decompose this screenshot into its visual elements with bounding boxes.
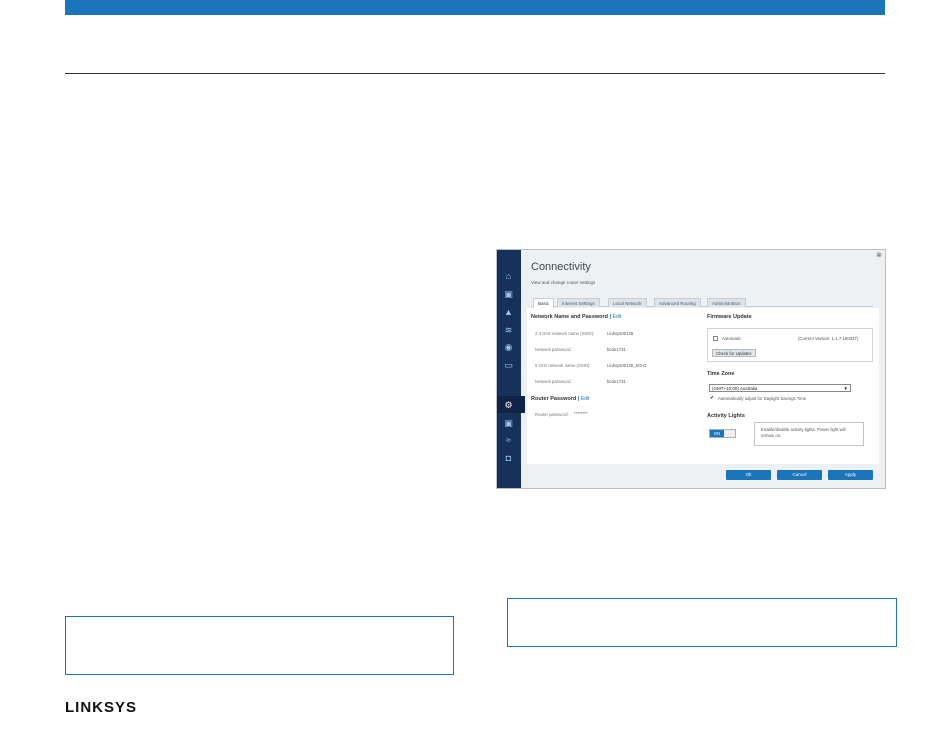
parental-icon[interactable]: ◘: [502, 453, 515, 463]
tab-administration[interactable]: Administration: [707, 298, 746, 307]
check-updates-button[interactable]: Check for Updates: [712, 349, 756, 357]
network-section-title: Network Name and Password | Edit: [531, 314, 621, 320]
separator: |: [577, 396, 580, 402]
connectivity-icon: ⚙: [504, 400, 513, 410]
settings-panel: Network Name and Password | Edit 2.4 GHz…: [527, 308, 879, 464]
dst-label: Automatically adjust for Daylight Saving…: [718, 396, 807, 401]
network-edit-link[interactable]: Edit: [613, 314, 622, 320]
ssid-24-label: 2.4 GHz network name (SSID):: [535, 331, 595, 336]
security-icon[interactable]: ◉: [502, 342, 515, 352]
activity-lights-toggle[interactable]: ON: [709, 429, 736, 438]
ssid-24-value: Linksys00135: [607, 331, 634, 336]
top-accent-bar: [65, 0, 885, 15]
password-24-value: bcde1731: [607, 347, 626, 352]
speed-icon[interactable]: ▭: [502, 360, 515, 370]
tab-internet-settings[interactable]: Internet Settings: [557, 298, 600, 307]
note-box-left: [65, 616, 454, 675]
router-password-edit-link[interactable]: Edit: [581, 396, 590, 402]
timezone-title: Time Zone: [707, 371, 735, 377]
ssid-5-label: 5 GHz network name (SSID):: [535, 363, 591, 368]
media-icon[interactable]: ▣: [502, 418, 515, 428]
page-title: Connectivity: [531, 261, 591, 273]
dst-checkmark-icon[interactable]: ✔: [710, 395, 714, 401]
current-version: (Current Version: 1.1.7.160037): [798, 336, 859, 341]
router-ui-screenshot: ⌂ ▣ ▲ ≋ ◉ ▭ ⚙ ▣ ≈ ◘ ⊗ Connectivity View …: [496, 249, 886, 489]
troubleshooting-icon[interactable]: ▲: [502, 307, 515, 317]
ssid-5-value: Linksys00135_5GHz: [607, 363, 647, 368]
firmware-title: Firmware Update: [707, 314, 752, 320]
apply-button[interactable]: Apply: [828, 470, 873, 480]
activity-lights-title: Activity Lights: [707, 413, 745, 419]
tab-local-network[interactable]: Local Network: [608, 298, 647, 307]
router-password-title: Router Password | Edit: [531, 396, 589, 402]
page-subtitle: View and change router settings: [531, 280, 596, 285]
network-section-label: Network Name and Password: [531, 314, 609, 320]
sidebar-item-connectivity[interactable]: ⚙: [497, 396, 525, 413]
automatic-checkbox[interactable]: [713, 336, 718, 341]
guest-icon[interactable]: ≈: [502, 435, 515, 445]
devices-icon[interactable]: ▣: [502, 289, 515, 299]
cancel-button[interactable]: Cancel: [777, 470, 822, 480]
caret-down-icon: ▼: [843, 386, 848, 391]
firmware-box: Automatic (Current Version: 1.1.7.160037…: [707, 328, 873, 362]
tab-basic[interactable]: Basic: [533, 298, 555, 308]
linksys-logo: LINKSYS: [65, 699, 138, 716]
close-icon[interactable]: ⊗: [876, 251, 882, 259]
footer-bar: Ok Cancel Apply: [521, 464, 885, 488]
activity-lights-tooltip: Enable/disable activity lights. Power li…: [754, 422, 864, 446]
wireless-icon[interactable]: ≋: [502, 325, 515, 335]
password-5-label: Network password:: [535, 379, 572, 384]
toggle-on-label: ON: [710, 430, 724, 437]
password-5-value: bcde1731: [607, 379, 626, 384]
header-rule: [65, 73, 885, 74]
note-box-right: [507, 598, 897, 647]
router-password-label-title: Router Password: [531, 396, 577, 402]
timezone-value: (GMT+10:00) Australia: [712, 386, 758, 391]
tab-advanced-routing[interactable]: Advanced Routing: [654, 298, 701, 307]
router-password-label: Router password:: [535, 412, 569, 417]
ok-button[interactable]: Ok: [726, 470, 771, 480]
tab-bar: Basic Internet Settings Local Network Ad…: [531, 298, 873, 308]
password-24-label: Network password:: [535, 347, 572, 352]
automatic-label: Automatic: [722, 336, 742, 341]
sidebar: ⌂ ▣ ▲ ≋ ◉ ▭ ⚙ ▣ ≈ ◘: [497, 250, 525, 488]
separator: |: [609, 314, 612, 320]
router-icon[interactable]: ⌂: [502, 271, 515, 281]
timezone-select[interactable]: (GMT+10:00) Australia ▼: [709, 384, 851, 392]
router-password-value: ********: [574, 411, 588, 416]
